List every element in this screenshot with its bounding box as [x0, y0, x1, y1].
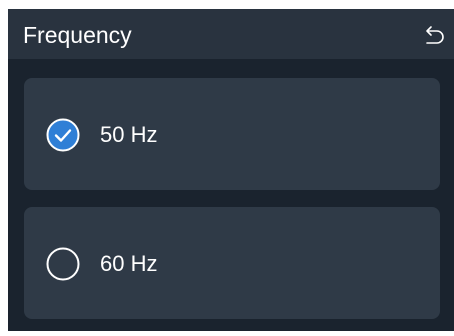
back-button[interactable] [421, 22, 447, 48]
radio-unselected[interactable] [46, 247, 80, 281]
option-50hz[interactable]: 50 Hz [24, 78, 440, 190]
option-60hz[interactable]: 60 Hz [24, 207, 440, 319]
circle-icon [46, 247, 80, 281]
header-bar: Frequency [8, 9, 454, 59]
frequency-screen: Frequency 50 Hz 60 Hz [8, 9, 454, 331]
page-title: Frequency [23, 22, 132, 48]
radio-selected[interactable] [46, 118, 80, 152]
option-label-60hz: 60 Hz [100, 251, 158, 276]
option-label-50hz: 50 Hz [100, 122, 158, 147]
back-arrow-icon [426, 26, 444, 44]
check-circle-icon [46, 118, 80, 152]
